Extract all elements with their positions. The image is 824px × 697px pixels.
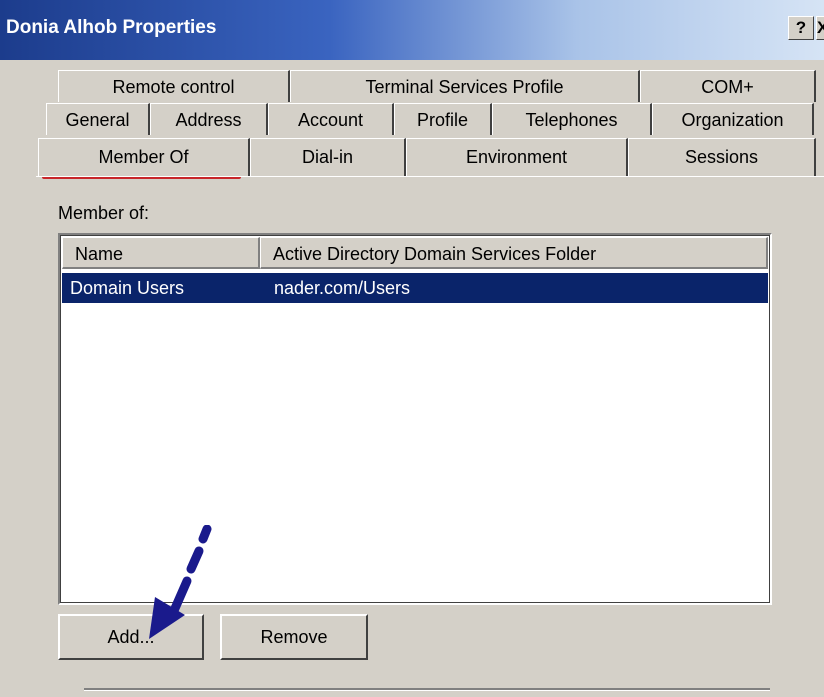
tab-profile[interactable]: Profile (394, 103, 492, 135)
tab-member-of[interactable]: Member Of (38, 138, 250, 176)
tab-organization[interactable]: Organization (652, 103, 814, 135)
close-button[interactable]: X (816, 16, 824, 40)
help-button[interactable]: ? (788, 16, 814, 40)
tab-telephones[interactable]: Telephones (492, 103, 652, 135)
column-header-name[interactable]: Name (62, 237, 260, 269)
tab-general[interactable]: General (46, 103, 150, 135)
tab-dial-in[interactable]: Dial-in (250, 138, 406, 176)
tab-terminal-services-profile[interactable]: Terminal Services Profile (290, 70, 640, 102)
tab-sessions[interactable]: Sessions (628, 138, 816, 176)
row-folder: nader.com/Users (274, 278, 411, 298)
tab-panel-border (36, 176, 824, 177)
tab-account[interactable]: Account (268, 103, 394, 135)
table-row[interactable]: Domain Users nader.com/Users (62, 273, 768, 303)
title-bar: Donia Alhob Properties ? X (0, 0, 824, 60)
bottom-divider (84, 688, 770, 691)
tab-address[interactable]: Address (150, 103, 268, 135)
tab-remote-control[interactable]: Remote control (58, 70, 290, 102)
window-title: Donia Alhob Properties (6, 17, 217, 38)
tab-environment[interactable]: Environment (406, 138, 628, 176)
annotation-arrow-icon (149, 525, 212, 639)
member-of-label: Member of: (58, 203, 150, 223)
column-header-folder[interactable]: Active Directory Domain Services Folder (260, 237, 768, 269)
row-name: Domain Users (70, 278, 185, 298)
tab-com-plus[interactable]: COM+ (640, 70, 816, 102)
remove-button[interactable]: Remove (220, 614, 368, 660)
list-header: Name Active Directory Domain Services Fo… (62, 237, 768, 269)
